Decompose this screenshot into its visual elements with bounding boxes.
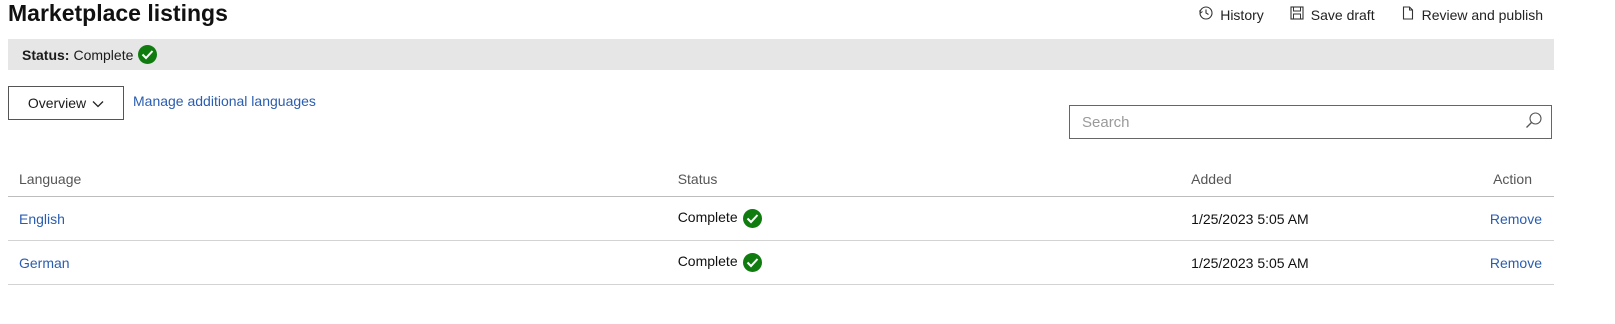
- table-header-row: Language Status Added Action: [8, 161, 1554, 197]
- history-button[interactable]: History: [1199, 6, 1264, 23]
- document-icon: [1401, 6, 1415, 23]
- column-header-action: Action: [1489, 161, 1554, 197]
- status-value: Complete: [73, 46, 134, 63]
- language-link-german[interactable]: German: [19, 255, 70, 271]
- column-header-status[interactable]: Status: [677, 161, 1192, 197]
- top-toolbar: History Save draft Review and publish: [1199, 6, 1543, 23]
- row-status: Complete: [677, 209, 738, 226]
- overview-dropdown[interactable]: Overview: [8, 86, 124, 120]
- review-and-publish-button[interactable]: Review and publish: [1401, 6, 1543, 23]
- search-input[interactable]: [1080, 106, 1525, 138]
- search-box: [1069, 105, 1552, 139]
- column-header-added[interactable]: Added: [1191, 161, 1490, 197]
- remove-link[interactable]: Remove: [1490, 255, 1542, 271]
- status-bar: Status: Complete: [8, 39, 1554, 70]
- column-header-language[interactable]: Language: [8, 161, 678, 197]
- review-and-publish-label: Review and publish: [1421, 6, 1543, 23]
- remove-link[interactable]: Remove: [1490, 211, 1542, 227]
- manage-additional-languages-link[interactable]: Manage additional languages: [133, 93, 316, 109]
- languages-table: Language Status Added Action English Com…: [8, 161, 1554, 285]
- status-label: Status:: [22, 46, 70, 63]
- save-draft-label: Save draft: [1310, 6, 1375, 23]
- history-label: History: [1220, 6, 1264, 23]
- save-draft-button[interactable]: Save draft: [1290, 6, 1375, 23]
- language-link-english[interactable]: English: [19, 211, 65, 227]
- table-row: English Complete 1/25/2023 5:05 AM Remov…: [8, 196, 1554, 241]
- chevron-down-icon: [92, 95, 104, 111]
- row-added: 1/25/2023 5:05 AM: [1191, 240, 1490, 285]
- page-title: Marketplace listings: [8, 0, 228, 26]
- table-row: German Complete 1/25/2023 5:05 AM Remove: [8, 240, 1554, 285]
- history-icon: [1199, 6, 1213, 23]
- check-icon: [138, 45, 158, 64]
- search-icon[interactable]: [1525, 111, 1551, 134]
- save-icon: [1290, 6, 1304, 23]
- check-icon: [742, 253, 762, 272]
- row-added: 1/25/2023 5:05 AM: [1191, 196, 1490, 241]
- check-icon: [742, 209, 762, 228]
- overview-dropdown-label: Overview: [27, 95, 87, 111]
- row-status: Complete: [677, 253, 738, 270]
